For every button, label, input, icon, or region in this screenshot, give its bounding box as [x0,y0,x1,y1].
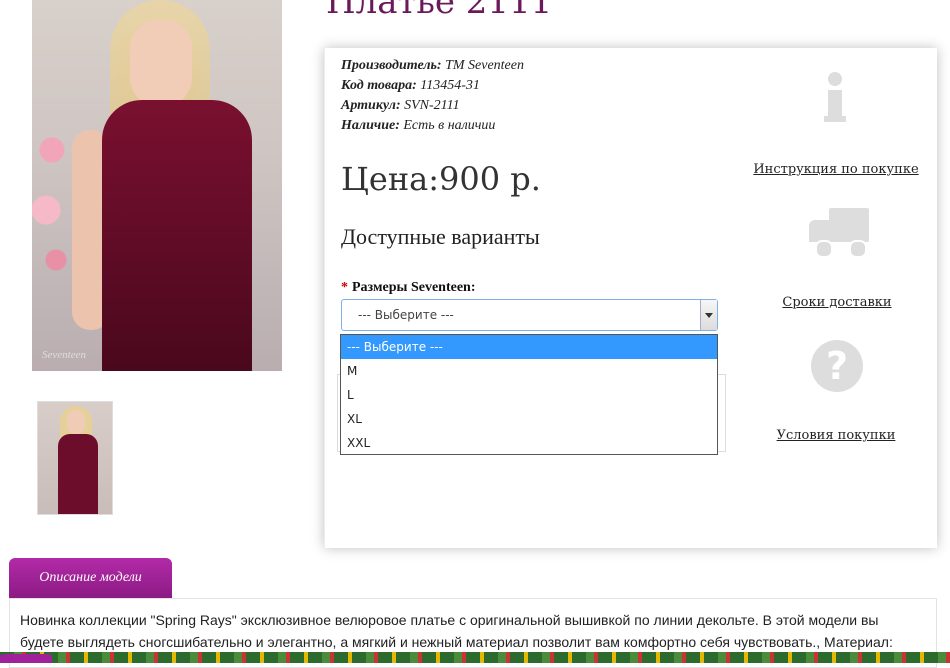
product-main-photo[interactable]: Seventeen [32,0,282,371]
spec-availability: Наличие: Есть в наличии [341,118,496,133]
product-price: Цена:900 р. [341,160,541,198]
size-option[interactable]: L [341,383,717,407]
question-icon[interactable]: ? [811,340,863,392]
truck-icon-wheel [815,240,833,258]
spec-product-code: Код товара: 113454-31 [341,78,480,93]
size-label: * Размеры Seventeen: [341,280,476,295]
size-dropdown-list[interactable]: --- Выберите --- M L XL XXL [340,334,718,455]
truck-icon-cab [809,220,831,242]
size-option[interactable]: --- Выберите --- [341,335,717,359]
product-info-panel: Производитель: ТМ Seventeen Код товара: … [324,48,937,548]
truck-icon-box [829,208,869,242]
info-icon-base [824,116,846,122]
size-option[interactable]: XXL [341,431,717,455]
thumb-face [67,410,85,434]
product-thumbnail[interactable] [37,401,113,515]
info-icon-dot [828,72,842,86]
description-text: Новинка коллекции "Spring Rays" эксклюзи… [20,612,893,650]
product-specs: Производитель: ТМ Seventeen Код товара: … [341,56,524,136]
required-mark: * [341,280,348,295]
size-select-value: --- Выберите --- [358,308,454,322]
product-title: Платье 2111 [326,0,553,22]
variants-title: Доступные варианты [341,224,540,249]
photo-face [130,20,192,108]
delivery-terms-link[interactable]: Сроки доставки [752,295,922,310]
truck-icon[interactable] [809,208,871,260]
spec-article: Артикул: SVN-2111 [341,98,460,113]
photo-watermark: Seventeen [42,349,86,361]
purchase-instructions-link[interactable]: Инструкция по покупке [751,162,921,177]
tab-description[interactable]: Описание модели [9,558,172,598]
size-select[interactable]: --- Выберите --- [341,299,718,331]
decorative-garland [0,652,950,663]
chevron-down-icon[interactable] [700,300,717,330]
photo-flowers [32,120,72,280]
spec-manufacturer: Производитель: ТМ Seventeen [341,58,524,73]
thumb-dress [58,434,98,514]
size-option[interactable]: XL [341,407,717,431]
truck-icon-wheel [849,240,867,258]
purchase-conditions-link[interactable]: Условия покупки [751,428,921,443]
info-icon[interactable] [824,72,848,124]
corner-tab[interactable] [0,654,52,663]
size-option[interactable]: M [341,359,717,383]
photo-dress [102,100,252,371]
